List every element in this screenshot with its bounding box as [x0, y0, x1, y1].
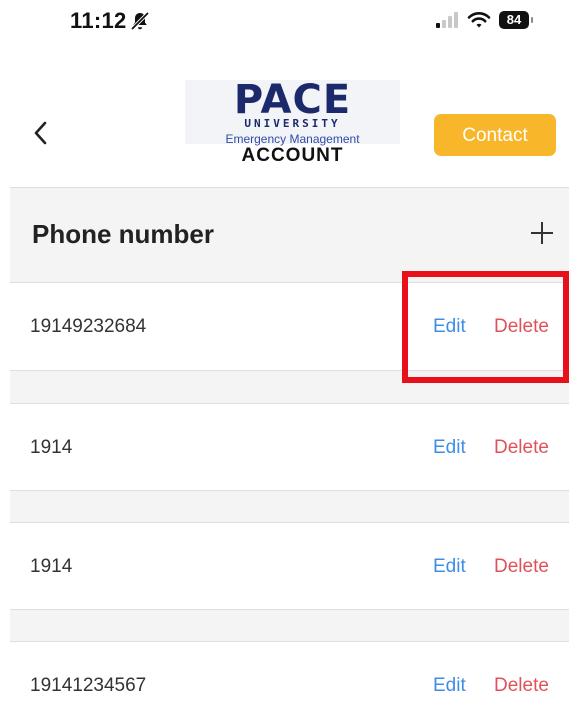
list-item: 19141234567 Edit Delete	[10, 642, 569, 725]
plus-icon[interactable]	[527, 218, 557, 248]
row-separator	[10, 491, 569, 523]
delete-button[interactable]: Delete	[494, 675, 549, 697]
phone-section-header: Phone number	[10, 188, 569, 282]
list-item: 1914 Edit Delete	[10, 523, 569, 611]
list-item: 19149232684 Edit Delete	[10, 283, 569, 371]
signal-icon	[436, 12, 458, 28]
account-screen: 11:12 84 PACE UNIVERSITY Emergency Manag…	[0, 0, 569, 725]
back-button[interactable]	[26, 116, 56, 150]
wifi-icon	[467, 12, 491, 28]
status-icons: 84	[435, 10, 533, 30]
edit-button[interactable]: Edit	[433, 556, 466, 578]
phone-number: 1914	[30, 556, 73, 577]
bell-slash-icon	[130, 11, 150, 31]
section-title: Phone number	[32, 219, 215, 249]
edit-button[interactable]: Edit	[433, 437, 466, 459]
delete-button[interactable]: Delete	[494, 437, 549, 459]
logo-university-text: UNIVERSITY	[244, 117, 341, 130]
battery-icon: 84	[499, 11, 533, 29]
phone-number: 19141234567	[30, 675, 147, 696]
status-time: 11:12	[70, 8, 127, 33]
row-separator	[10, 371, 569, 403]
delete-button[interactable]: Delete	[494, 316, 549, 338]
logo-main-text: PACE	[233, 77, 352, 123]
contact-button[interactable]: Contact	[434, 114, 556, 156]
phone-number: 1914	[30, 437, 73, 458]
row-separator	[10, 610, 569, 642]
delete-button[interactable]: Delete	[494, 556, 549, 578]
page-title: ACCOUNT	[241, 145, 344, 166]
phone-number: 19149232684	[30, 316, 147, 337]
list-item: 1914 Edit Delete	[10, 404, 569, 492]
edit-button[interactable]: Edit	[433, 316, 466, 338]
pace-logo: PACE UNIVERSITY Emergency Management	[185, 77, 400, 146]
chevron-left-icon	[34, 121, 47, 145]
edit-button[interactable]: Edit	[433, 675, 466, 697]
logo-subtitle: Emergency Management	[225, 132, 360, 146]
